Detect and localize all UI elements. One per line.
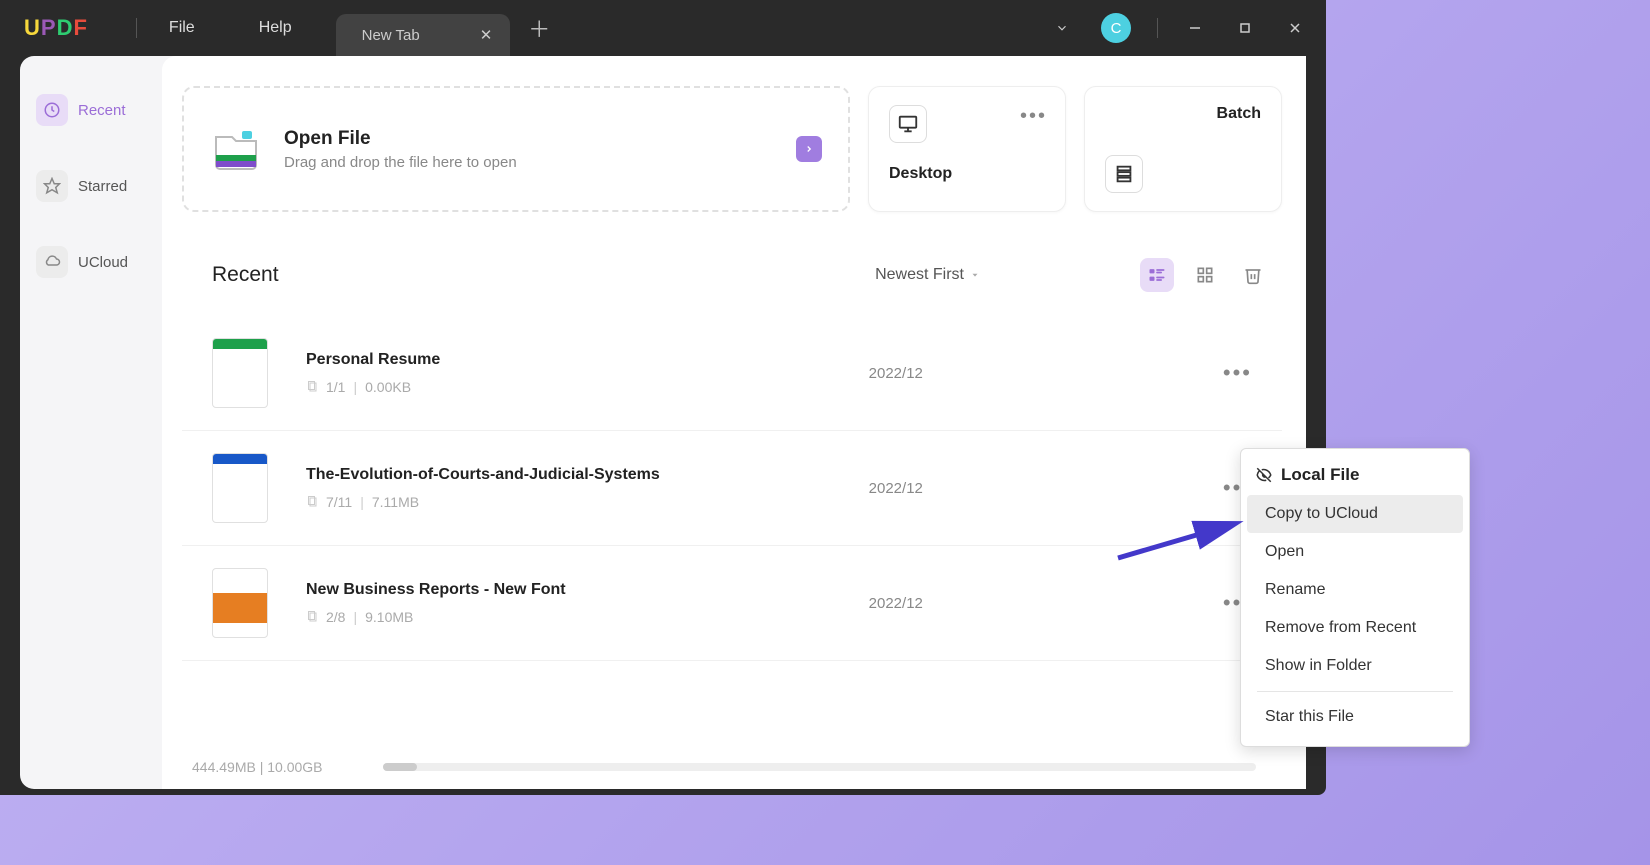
desktop-card[interactable]: ••• Desktop — [868, 86, 1066, 212]
window-close-button[interactable] — [1274, 7, 1316, 49]
ctx-rename[interactable]: Rename — [1247, 571, 1463, 609]
clock-icon — [36, 94, 68, 126]
ctx-open[interactable]: Open — [1247, 533, 1463, 571]
titlebar: UPDF File Help New Tab ✕ ＋ C — [0, 0, 1326, 56]
open-file-arrow-button[interactable] — [796, 136, 822, 162]
chevron-down-icon — [970, 270, 980, 280]
storage-text: 444.49MB | 10.00GB — [192, 759, 323, 775]
storage-bar-area: 444.49MB | 10.00GB — [192, 759, 1256, 775]
user-avatar[interactable]: C — [1101, 13, 1131, 43]
trash-button[interactable] — [1236, 258, 1270, 292]
ctx-star-file[interactable]: Star this File — [1247, 698, 1463, 736]
eye-off-icon — [1255, 466, 1273, 484]
stack-icon — [1105, 155, 1143, 193]
file-pages: 7/11 — [326, 494, 352, 510]
sort-label: Newest First — [875, 266, 964, 284]
context-menu-header: Local File — [1247, 459, 1463, 495]
ctx-remove-recent[interactable]: Remove from Recent — [1247, 609, 1463, 647]
file-date: 2022/12 — [869, 480, 923, 497]
grid-view-button[interactable] — [1188, 258, 1222, 292]
sidebar-item-ucloud[interactable]: UCloud — [30, 238, 152, 286]
sidebar: Recent Starred UCloud — [20, 56, 162, 789]
ctx-copy-to-ucloud[interactable]: Copy to UCloud — [1247, 495, 1463, 533]
pages-icon — [306, 379, 318, 395]
pages-icon — [306, 609, 318, 625]
content-area: Recent Starred UCloud — [20, 56, 1306, 789]
ctx-show-in-folder[interactable]: Show in Folder — [1247, 647, 1463, 685]
file-name: The-Evolution-of-Courts-and-Judicial-Sys… — [306, 466, 660, 484]
file-pages: 1/1 — [326, 379, 345, 395]
open-file-text: Open File Drag and drop the file here to… — [284, 128, 517, 171]
sidebar-item-recent[interactable]: Recent — [30, 86, 152, 134]
sidebar-label: UCloud — [78, 254, 128, 271]
file-date: 2022/12 — [869, 595, 923, 612]
tab-add-button[interactable]: ＋ — [528, 12, 550, 44]
tab-close-icon[interactable]: ✕ — [476, 22, 497, 48]
divider — [1257, 691, 1453, 692]
window-maximize-button[interactable] — [1224, 7, 1266, 49]
file-size: 0.00KB — [365, 379, 411, 395]
file-thumbnail — [212, 568, 268, 638]
folder-icon — [210, 123, 262, 175]
top-cards: Open File Drag and drop the file here to… — [182, 86, 1282, 212]
divider — [136, 18, 137, 38]
main-panel: Open File Drag and drop the file here to… — [162, 56, 1306, 789]
file-size: 9.10MB — [365, 609, 413, 625]
open-file-title: Open File — [284, 128, 517, 150]
list-view-button[interactable] — [1140, 258, 1174, 292]
storage-fill — [383, 763, 418, 771]
file-name: New Business Reports - New Font — [306, 581, 566, 599]
sort-dropdown[interactable]: Newest First — [875, 266, 980, 284]
pages-icon — [306, 494, 318, 510]
file-name: Personal Resume — [306, 351, 440, 369]
dropdown-button[interactable] — [1041, 7, 1083, 49]
list-title: Recent — [212, 263, 279, 287]
star-icon — [36, 170, 68, 202]
tab-new[interactable]: New Tab ✕ — [336, 14, 511, 56]
file-row[interactable]: Personal Resume 1/1 | 0.00KB 2022/12 ••• — [182, 316, 1282, 431]
file-size: 7.11MB — [372, 494, 419, 510]
sidebar-label: Starred — [78, 178, 127, 195]
file-date: 2022/12 — [869, 365, 923, 382]
file-more-button[interactable]: ••• — [1223, 360, 1252, 386]
desktop-card-title: Desktop — [889, 165, 1045, 183]
batch-card-title: Batch — [1217, 105, 1261, 123]
open-file-subtitle: Drag and drop the file here to open — [284, 154, 517, 171]
menu-help[interactable]: Help — [247, 13, 304, 43]
monitor-icon — [889, 105, 927, 143]
cloud-icon — [36, 246, 68, 278]
tab-title: New Tab — [362, 27, 420, 44]
storage-bar — [383, 763, 1257, 771]
annotation-arrow — [1108, 520, 1248, 570]
app-logo: UPDF — [24, 15, 88, 41]
divider — [1157, 18, 1158, 38]
file-thumbnail — [212, 338, 268, 408]
menu-file[interactable]: File — [157, 13, 207, 43]
batch-card[interactable]: Batch — [1084, 86, 1282, 212]
open-file-card[interactable]: Open File Drag and drop the file here to… — [182, 86, 850, 212]
file-pages: 2/8 — [326, 609, 345, 625]
list-header: Recent Newest First — [212, 258, 1270, 292]
sidebar-item-starred[interactable]: Starred — [30, 162, 152, 210]
card-more-button[interactable]: ••• — [1020, 105, 1047, 128]
window-minimize-button[interactable] — [1174, 7, 1216, 49]
file-thumbnail — [212, 453, 268, 523]
app-window: UPDF File Help New Tab ✕ ＋ C — [0, 0, 1326, 795]
sidebar-label: Recent — [78, 102, 126, 119]
context-menu: Local File Copy to UCloud Open Rename Re… — [1240, 448, 1470, 747]
